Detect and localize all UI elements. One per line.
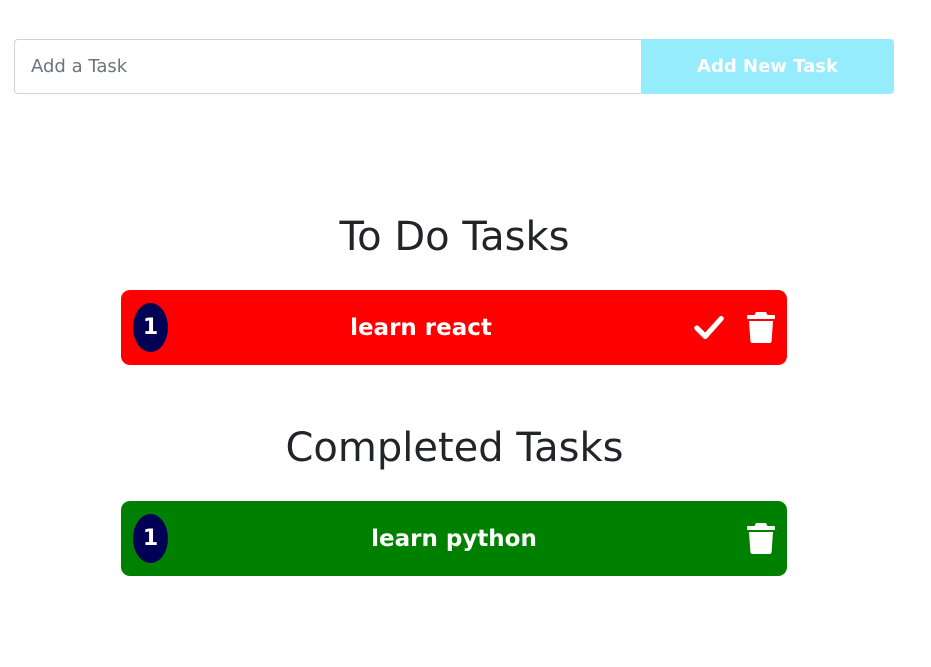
task-text: learn python (371, 525, 537, 552)
task-text: learn react (350, 314, 492, 341)
trash-icon[interactable] (744, 310, 778, 344)
todo-task-card: 1 learn react (121, 290, 787, 365)
todo-section-title: To Do Tasks (339, 214, 570, 260)
completed-section-title: Completed Tasks (285, 425, 624, 471)
check-icon[interactable] (692, 310, 726, 344)
completed-task-card: 1 learn python (121, 501, 787, 576)
task-number-badge: 1 (133, 303, 168, 352)
add-new-task-button[interactable]: Add New Task (641, 39, 894, 94)
add-task-input[interactable] (14, 39, 641, 94)
task-number-badge: 1 (133, 514, 168, 563)
add-task-form: Add New Task (14, 39, 894, 94)
trash-icon[interactable] (744, 521, 778, 555)
